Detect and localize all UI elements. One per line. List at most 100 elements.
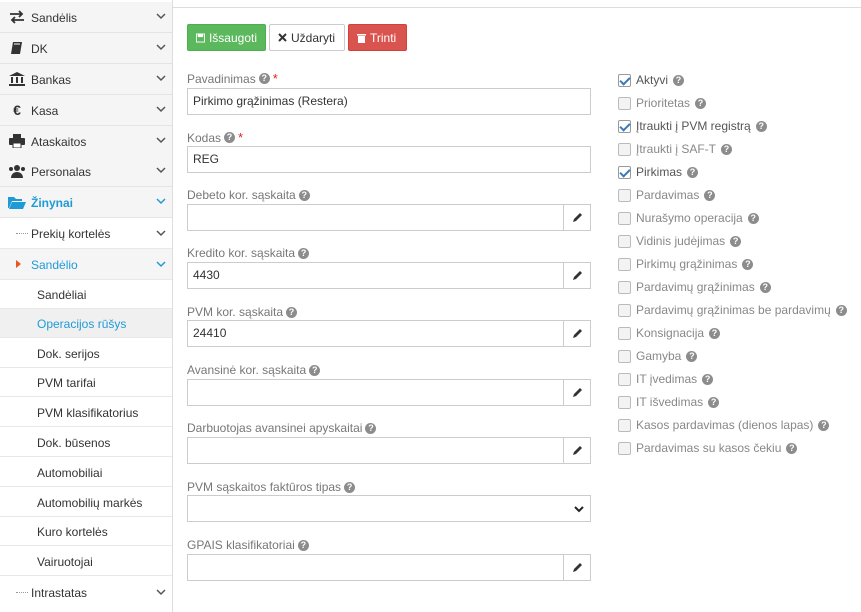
checkbox-row[interactable]: Pirkimų grąžinimas? [618, 255, 754, 273]
checkbox[interactable] [618, 395, 631, 409]
checkbox-row[interactable]: IT įvedimas? [618, 370, 714, 388]
vat-account-input[interactable]: 24410 [187, 320, 564, 347]
sidebar-leaf-pvm-klasifikatorius[interactable]: PVM klasifikatorius [0, 398, 172, 427]
question-icon[interactable]: ? [687, 166, 699, 178]
sidebar-item-kasa[interactable]: € Kasa [0, 95, 172, 126]
checkbox-row[interactable]: Vidinis judėjimas? [618, 232, 742, 250]
checkbox-row[interactable]: Įtraukti į SAF-T? [618, 140, 733, 158]
question-icon[interactable]: ? [835, 304, 847, 316]
checkbox-row[interactable]: Gamyba? [618, 347, 698, 365]
checkbox-row[interactable]: Konsignacija? [618, 324, 721, 342]
question-icon[interactable]: ? [759, 281, 771, 293]
debit-account-input[interactable] [187, 204, 564, 231]
credit-account-input[interactable]: 4430 [187, 262, 564, 289]
question-icon[interactable]: ? [258, 73, 270, 84]
gpais-edit-button[interactable] [563, 554, 591, 581]
sidebar-leaf-automobiliu-markes[interactable]: Automobilių markės [0, 488, 172, 517]
gpais-input[interactable] [187, 554, 564, 581]
question-icon[interactable]: ? [298, 189, 310, 201]
sidebar-leaf-vairuotojai[interactable]: Vairuotojai [0, 547, 172, 576]
sidebar-item-zinynai[interactable]: Žinynai [0, 187, 172, 218]
checkbox-row[interactable]: Pardavimų grąžinimas be pardavimų? [618, 301, 847, 319]
checkbox[interactable] [618, 119, 631, 133]
sidebar-item-personalas[interactable]: Personalas [0, 156, 172, 187]
checkbox[interactable] [618, 303, 631, 317]
checkbox[interactable] [618, 96, 631, 110]
close-button[interactable]: Uždaryti [269, 24, 345, 51]
sidebar-leaf-sandeliai[interactable]: Sandėliai [0, 280, 172, 309]
question-icon[interactable]: ? [695, 97, 707, 109]
question-icon[interactable]: ? [365, 422, 377, 434]
question-icon[interactable]: ? [702, 373, 714, 385]
checkbox[interactable] [618, 441, 631, 455]
question-icon[interactable]: ? [704, 189, 716, 201]
question-icon[interactable]: ? [286, 306, 298, 318]
checkbox[interactable] [618, 211, 631, 225]
checkbox[interactable] [618, 280, 631, 294]
vat-edit-button[interactable] [563, 320, 591, 347]
sidebar-item-ataskaitos[interactable]: Ataskaitos [0, 126, 172, 157]
name-input[interactable]: Pirkimo grąžinimas (Restera) [187, 88, 591, 115]
checkbox-row[interactable]: Įtraukti į PVM registrą? [618, 117, 767, 135]
checkbox[interactable] [618, 326, 631, 340]
question-icon[interactable]: ? [298, 247, 310, 259]
question-icon[interactable]: ? [297, 539, 309, 551]
advance-account-input[interactable] [187, 379, 564, 406]
question-icon[interactable]: ? [224, 132, 236, 143]
sidebar-item-label: Personalas [31, 165, 92, 179]
code-input[interactable]: REG [187, 146, 591, 173]
checkbox-row[interactable]: Aktyvi? [618, 71, 685, 89]
delete-button[interactable]: Trinti [348, 24, 407, 51]
checkbox[interactable] [618, 372, 631, 386]
question-icon[interactable]: ? [742, 258, 754, 270]
sidebar-leaf-pvm-tarifai[interactable]: PVM tarifai [0, 368, 172, 397]
checkbox[interactable] [618, 188, 631, 202]
checkbox[interactable] [618, 418, 631, 432]
invoice-type-select[interactable] [187, 495, 591, 522]
sidebar-subitem-prekiu-korteles[interactable]: Prekių kortelės [0, 218, 172, 249]
checkbox-row[interactable]: Pardavimų grąžinimas? [618, 278, 771, 296]
sidebar-item-sandelis[interactable]: Sandėlis [0, 2, 172, 33]
employee-edit-button[interactable] [563, 437, 591, 464]
question-icon[interactable]: ? [818, 419, 830, 431]
save-button[interactable]: Išsaugoti [187, 24, 266, 51]
checkbox[interactable] [618, 349, 631, 363]
chevron-down-icon [156, 261, 166, 268]
question-icon[interactable]: ? [708, 396, 720, 408]
question-icon[interactable]: ? [673, 74, 685, 86]
question-icon[interactable]: ? [721, 143, 733, 155]
checkbox[interactable] [618, 234, 631, 248]
question-icon[interactable]: ? [686, 350, 698, 362]
checkbox-row[interactable]: Nurašymo operacija? [618, 209, 759, 227]
checkbox-row[interactable]: Pardavimas? [618, 186, 716, 204]
sidebar-leaf-dok-busenos[interactable]: Dok. būsenos [0, 428, 172, 457]
checkbox-row[interactable]: Prioritetas? [618, 94, 707, 112]
sidebar-subitem-sandelio[interactable]: Sandėlio [0, 249, 172, 280]
sidebar-item-bankas[interactable]: Bankas [0, 64, 172, 95]
question-icon[interactable]: ? [344, 481, 356, 493]
credit-edit-button[interactable] [563, 262, 591, 289]
sidebar-leaf-operacijos-rusys[interactable]: Operacijos rūšys [0, 309, 172, 338]
checkbox[interactable] [618, 142, 631, 156]
question-icon[interactable]: ? [786, 442, 798, 454]
question-icon[interactable]: ? [309, 364, 321, 376]
question-icon[interactable]: ? [747, 212, 759, 224]
sidebar-subitem-intrastatas[interactable]: Intrastatas [0, 577, 172, 608]
advance-edit-button[interactable] [563, 379, 591, 406]
employee-input[interactable] [187, 437, 564, 464]
debit-edit-button[interactable] [563, 204, 591, 231]
sidebar-leaf-automobiliai[interactable]: Automobiliai [0, 458, 172, 487]
checkbox-row[interactable]: IT išvedimas? [618, 393, 720, 411]
sidebar-leaf-kuro-korteles[interactable]: Kuro kortelės [0, 517, 172, 546]
question-icon[interactable]: ? [709, 327, 721, 339]
question-icon[interactable]: ? [755, 120, 767, 132]
checkbox-row[interactable]: Pardavimas su kasos čekiu? [618, 439, 798, 457]
checkbox[interactable] [618, 257, 631, 271]
question-icon[interactable]: ? [730, 235, 742, 247]
sidebar-item-dk[interactable]: DK [0, 33, 172, 64]
checkbox[interactable] [618, 165, 631, 179]
sidebar-leaf-dok-serijos[interactable]: Dok. serijos [0, 339, 172, 368]
checkbox-row[interactable]: Pirkimas? [618, 163, 699, 181]
checkbox[interactable] [618, 73, 631, 87]
checkbox-row[interactable]: Kasos pardavimas (dienos lapas)? [618, 416, 830, 434]
